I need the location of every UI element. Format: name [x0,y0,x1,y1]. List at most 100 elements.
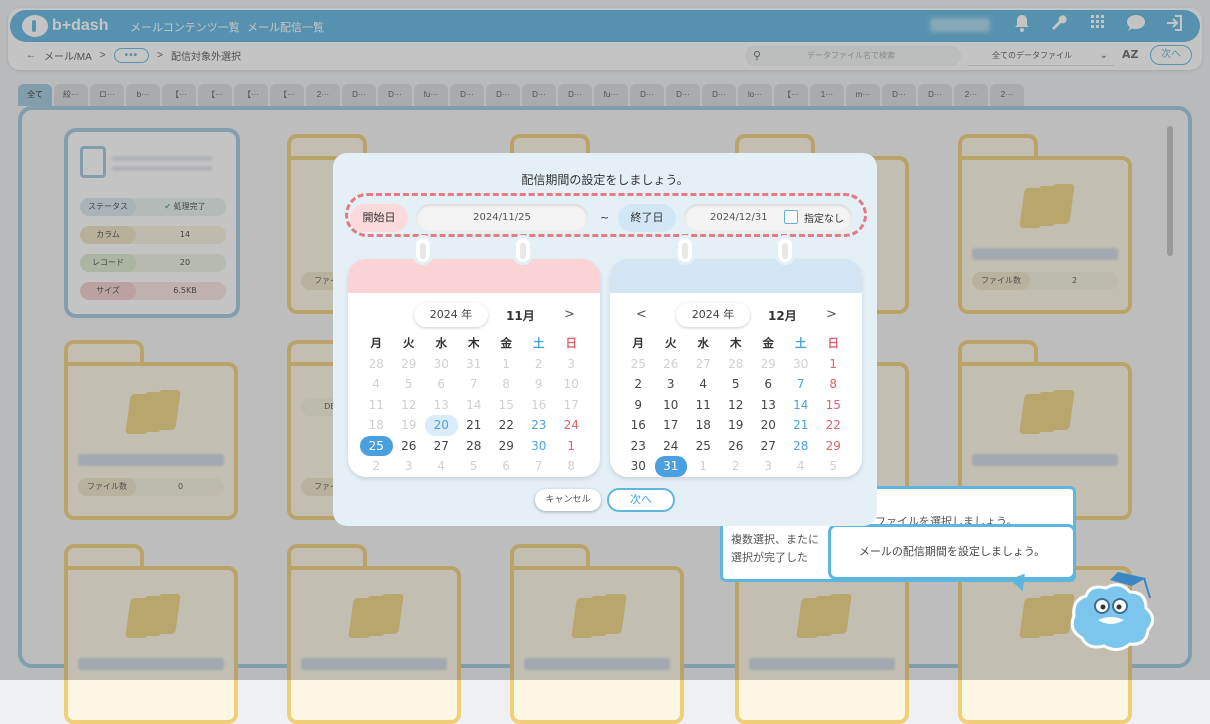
calendar-day[interactable]: 26 [720,436,753,457]
year-select[interactable]: 2024 年 [414,303,488,327]
weekday-label: 火 [665,336,677,350]
calendar-day: 31 [466,356,482,371]
calendar-day[interactable]: 21 [785,415,818,436]
calendar-day[interactable]: 27 [752,436,785,457]
calendar-day[interactable]: 6 [752,374,785,395]
no-end-date-checkbox[interactable] [784,210,798,224]
calendar-day[interactable]: 12 [720,395,753,416]
calendar-day: 28 [728,356,744,371]
calendar-day[interactable]: 26 [393,436,426,457]
cancel-button[interactable]: キャンセル [535,489,601,511]
calendar-day[interactable]: 18 [687,415,720,436]
next-button[interactable]: 次へ [607,488,675,512]
calendar-day: 18 [368,418,384,432]
calendar-day: 9 [534,377,543,391]
weekday-label: 月 [370,336,383,350]
weekday-label: 土 [533,336,545,350]
calendar-day: 30 [433,356,449,371]
next-month-button[interactable]: > [564,307,575,322]
calendar-day: 2 [372,459,381,473]
calendar-grid: 月火水木金土日 28 29 30 31 1 2 3 4 5 6 7 8 9 10 11 12 13 14 15 16 17… [360,333,588,477]
modal-title: 配信期間の設定をしましょう。 [521,173,689,187]
calendar-day[interactable]: 15 [817,395,850,416]
calendar-day[interactable]: 23 [523,415,556,436]
calendar-day[interactable]: 31 [654,456,687,477]
calendar-day[interactable]: 11 [687,395,720,416]
calendar-day[interactable]: 30 [622,456,655,477]
calendar-day[interactable]: 21 [458,415,491,436]
calendar-day[interactable]: 13 [752,395,785,416]
calendar-ring [413,235,433,265]
calendar-day[interactable]: 2 [622,374,655,395]
calendar-day[interactable]: 23 [622,436,655,457]
start-calendar: 2024 年 11月 > 月火水木金土日 28 29 30 31 1 2 3 4 5 6 7 8 9 10 1… [348,259,600,477]
calendar-day[interactable]: 9 [622,395,655,416]
calendar-day[interactable]: 5 [720,374,753,395]
weekday-label: 月 [632,336,645,350]
weekday-label: 木 [730,336,742,350]
calendar-day: 30 [793,356,809,371]
calendar-day: 2 [731,459,740,473]
calendar-day[interactable]: 16 [622,415,655,436]
calendar-day: 27 [695,356,711,371]
weekday-label: 水 [435,336,448,350]
calendar-day[interactable]: 28 [785,436,818,457]
next-month-button[interactable]: > [826,307,837,322]
calendar-day[interactable]: 4 [687,374,720,395]
start-date-label: 開始日 [350,204,408,232]
calendar-day[interactable]: 3 [655,374,688,395]
calendar-day[interactable]: 24 [555,415,588,436]
calendar-day[interactable]: 22 [490,415,523,436]
weekday-label: 木 [468,336,480,350]
calendar-day[interactable]: 28 [458,436,491,457]
calendar-day[interactable]: 8 [817,374,850,395]
year-select[interactable]: 2024 年 [676,303,750,327]
calendar-day[interactable]: 25 [360,435,393,456]
calendar-day[interactable]: 25 [687,436,720,457]
calendar-day[interactable]: 30 [523,436,556,457]
calendar-day: 8 [502,377,511,391]
calendar-day[interactable]: 29 [817,436,850,457]
calendar-day: 6 [437,377,446,391]
calendar-day[interactable]: 29 [490,436,523,457]
guide-text: 選択が完了した [731,551,808,564]
calendar-day[interactable]: 7 [785,374,818,395]
no-end-date-label[interactable]: 指定なし [804,210,844,225]
calendar-ring [513,235,533,265]
calendar-day: 3 [567,356,576,371]
weekday-label: 火 [403,336,415,350]
calendar-day[interactable]: 24 [655,436,688,457]
month-label: 11月 [506,309,535,323]
calendar-day: 11 [368,397,384,412]
prev-month-button[interactable]: < [636,307,647,322]
calendar-day: 19 [401,418,417,432]
calendar-day[interactable]: 27 [425,436,458,457]
calendar-day: 5 [469,459,478,473]
calendar-day: 7 [534,459,543,473]
calendar-day[interactable]: 14 [785,395,818,416]
calendar-day[interactable]: 22 [817,415,850,436]
calendar-day: 3 [764,459,773,473]
calendar-day: 28 [368,356,384,371]
range-tilde: ~ [600,211,610,224]
calendar-day[interactable]: 20 [752,415,785,436]
weekday-label: 日 [827,336,840,350]
calendar-day: 10 [563,377,579,391]
calendar-grid: 月火水木金土日 25 26 27 28 29 30 1 2 3 4 5 6 7 8 9 10 11 12 13 14 15… [622,333,850,477]
calendar-day: 5 [829,459,838,473]
calendar-day[interactable]: 20 [425,415,458,436]
calendar-day: 29 [401,356,417,371]
calendar-day[interactable]: 19 [720,415,753,436]
start-date-input[interactable]: 2024/11/25 [416,204,588,232]
calendar-day[interactable]: 1 [817,354,850,375]
calendar-day[interactable]: 10 [655,395,688,416]
delivery-period-modal: 配信期間の設定をしましょう。 開始日 2024/11/25 ~ 終了日 2024… [333,153,877,526]
calendar-day: 4 [372,377,381,391]
tutorial-speech-bubble: メールの配信期間を設定しましょう。 [828,524,1076,580]
calendar-day[interactable]: 17 [655,415,688,436]
calendar-ring [775,235,795,265]
calendar-day[interactable]: 1 [555,436,588,457]
calendar-day: 8 [567,459,576,473]
weekday-label: 金 [500,336,513,350]
end-date-label: 終了日 [618,204,676,232]
